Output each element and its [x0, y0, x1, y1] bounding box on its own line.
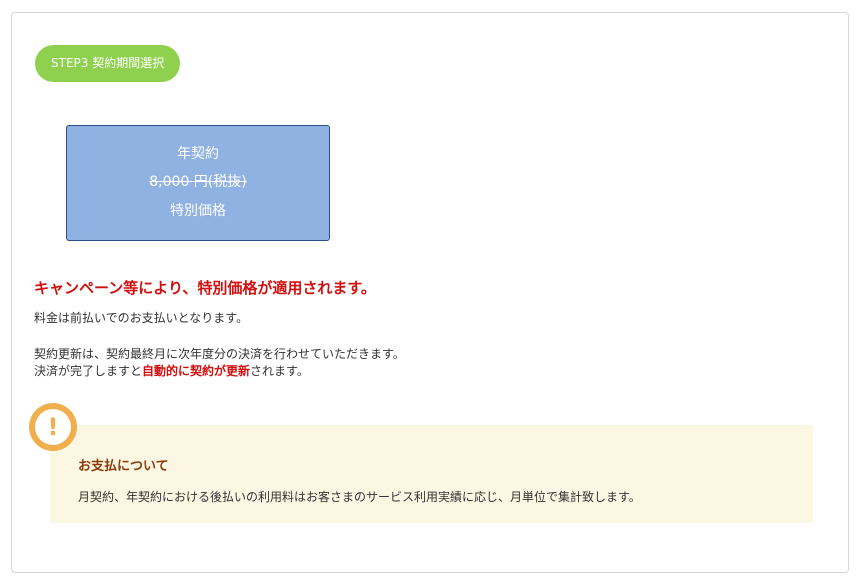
plan-original-price: 8,000 円(税抜) — [149, 174, 247, 190]
payment-info-body: 月契約、年契約における後払いの利用料はお客さまのサービス利用実績に応じ、月単位で… — [78, 490, 641, 504]
payment-info-box: お支払について 月契約、年契約における後払いの利用料はお客さまのサービス利用実績… — [50, 425, 813, 523]
renewal-text-after: されます。 — [250, 364, 309, 378]
renewal-text-before: 決済が完了しますと — [34, 364, 143, 378]
auto-renewal-highlight: 自動的に契約が更新 — [142, 364, 251, 378]
campaign-notice: キャンペーン等により、特別価格が適用されます。 — [34, 279, 376, 297]
payment-text: 料金は前払いでのお支払いとなります。 — [34, 311, 249, 325]
renewal-text-line2: 決済が完了しますと自動的に契約が更新されます。 — [34, 362, 309, 379]
renewal-text-line1: 契約更新は、契約最終月に次年度分の決済を行わせていただきます。 — [34, 347, 405, 361]
plan-special-price-label: 特別価格 — [170, 203, 226, 219]
plan-name: 年契約 — [177, 146, 219, 162]
annual-plan-option-button[interactable]: 年契約 8,000 円(税抜) 特別価格 — [66, 125, 330, 241]
payment-info-title: お支払について — [78, 459, 169, 474]
step-label-pill: STEP3 契約期間選択 — [35, 45, 181, 82]
exclamation-icon: ! — [29, 403, 77, 451]
exclamation-glyph: ! — [35, 409, 71, 445]
